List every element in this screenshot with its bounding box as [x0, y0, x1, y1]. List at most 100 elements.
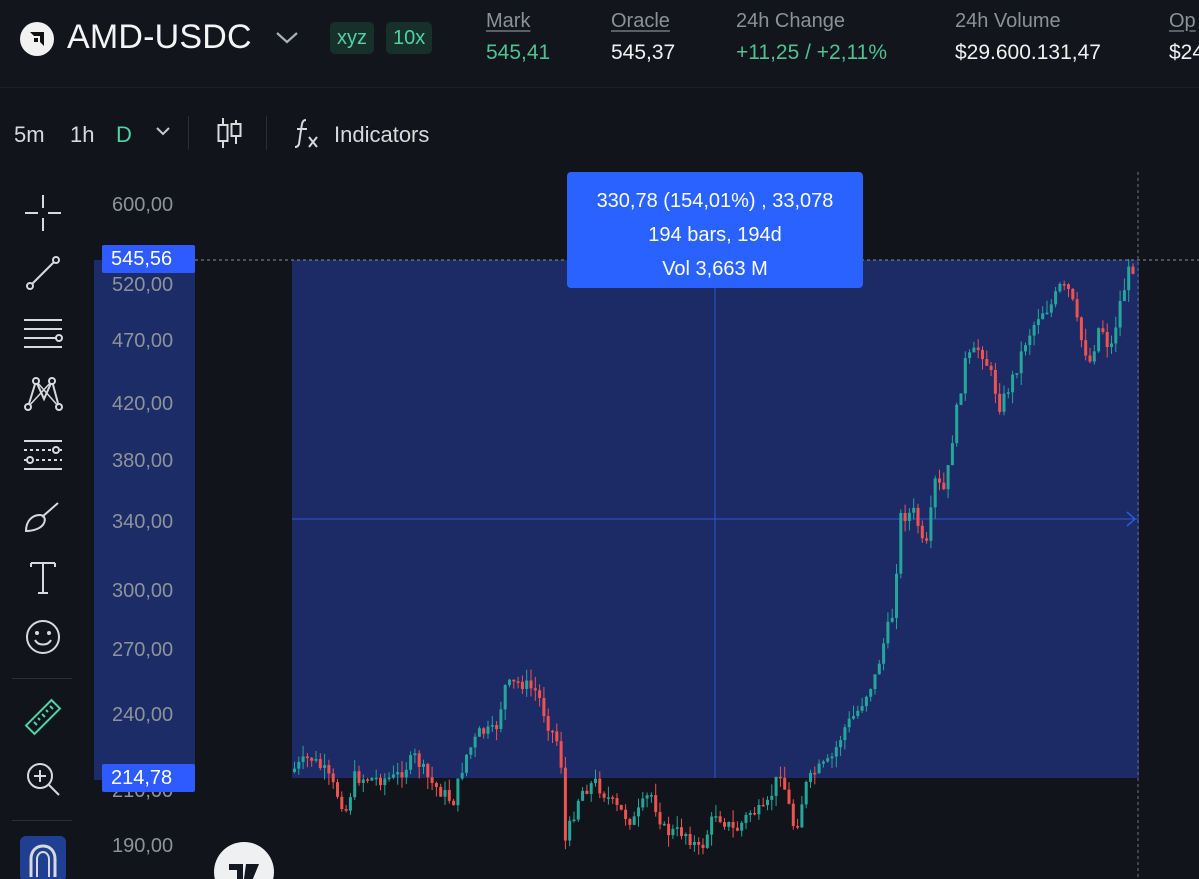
chevron-down-icon[interactable]	[274, 28, 300, 51]
horizontal-lines-icon[interactable]	[20, 310, 66, 356]
candle-body	[606, 797, 610, 799]
indicators-button[interactable]: Indicators	[334, 122, 429, 148]
candle-body	[731, 822, 735, 828]
candle-body	[662, 823, 666, 826]
fib-icon[interactable]	[20, 432, 66, 478]
candle-body	[727, 822, 731, 827]
candle-body	[864, 696, 868, 707]
candle-body	[800, 804, 804, 828]
crosshair-icon[interactable]	[20, 190, 66, 236]
candle-body	[916, 507, 920, 526]
candle-body	[520, 681, 524, 689]
candle-body	[929, 507, 933, 541]
price-chart[interactable]: 600,00 520,00 470,00 420,00 380,00 340,0…	[88, 172, 1199, 879]
candle-body	[1045, 312, 1049, 315]
magnet-icon[interactable]	[20, 836, 66, 879]
candle-body	[778, 776, 782, 779]
market-pair-title[interactable]: AMD-USDC	[67, 18, 252, 57]
candle-body	[581, 790, 585, 801]
candle-body	[1019, 351, 1023, 374]
candle-body	[839, 740, 843, 748]
candle-body	[331, 773, 335, 783]
timeframe-d[interactable]: D	[116, 122, 132, 148]
candles-icon[interactable]	[214, 114, 244, 157]
emoji-icon[interactable]	[20, 614, 66, 660]
candle-body	[843, 727, 847, 741]
candle-body	[452, 800, 456, 806]
drawing-tools-panel	[0, 172, 88, 879]
candle-body	[434, 783, 438, 787]
candle-body	[697, 841, 701, 845]
candle-body	[585, 790, 589, 794]
candle-body	[602, 793, 606, 798]
candle-body	[968, 352, 972, 359]
candle-body	[624, 809, 628, 820]
candle-body	[473, 736, 477, 748]
timeframe-5m[interactable]: 5m	[14, 122, 45, 148]
brush-icon[interactable]	[20, 494, 66, 540]
candle-body	[654, 795, 658, 813]
tradingview-logo-icon	[214, 842, 274, 879]
y-axis-label: 190,00	[112, 835, 174, 857]
candle-body	[632, 816, 636, 825]
candle-body	[383, 778, 387, 786]
candle-body	[563, 767, 567, 841]
candle-body	[981, 349, 984, 360]
candle-body	[899, 513, 903, 574]
candle-body	[972, 347, 976, 353]
candle-body	[542, 698, 546, 717]
candle-body	[834, 747, 838, 757]
range-low-price-tag: 214,78	[102, 764, 195, 792]
candle-body	[1028, 335, 1032, 346]
candle-body	[735, 827, 739, 831]
candle-body	[744, 814, 748, 823]
candle-body	[710, 816, 714, 835]
candle-body	[1041, 313, 1045, 320]
timeframe-chevron-down-icon[interactable]	[154, 124, 172, 143]
trading-app: AMD-USDC xyz 10x Mark 545,41 Oracle 545,…	[0, 0, 1199, 879]
pattern-icon[interactable]	[20, 370, 66, 416]
candle-body	[594, 778, 597, 784]
amd-logo-icon	[20, 22, 54, 56]
candle-body	[675, 827, 679, 829]
candle-body	[787, 789, 791, 804]
zoom-in-icon[interactable]	[20, 756, 66, 802]
candle-body	[791, 803, 795, 826]
candle-body	[701, 844, 705, 848]
candle-body	[890, 617, 894, 622]
candle-body	[813, 772, 817, 775]
candle-body	[1049, 304, 1053, 313]
candle-body	[688, 833, 692, 845]
candle-body	[680, 827, 683, 837]
candle-body	[809, 772, 812, 782]
candle-body	[671, 828, 675, 836]
candle-body	[766, 799, 769, 806]
stat-oracle-label: Oracle	[611, 10, 670, 32]
candle-body	[413, 753, 417, 756]
candle-body	[718, 816, 722, 823]
candle-body	[490, 725, 494, 727]
candle-body	[619, 805, 623, 810]
text-icon[interactable]	[20, 554, 66, 600]
stat-mark-value: 545,41	[486, 41, 551, 64]
chart-toolbar: 5m 1h D Indicators	[0, 100, 1199, 166]
y-axis-label: 470,00	[112, 330, 174, 352]
candle-body	[856, 710, 860, 717]
candle-body	[533, 688, 537, 691]
candle-body	[379, 777, 382, 786]
function-icon[interactable]	[292, 116, 322, 155]
toolbar-divider	[266, 116, 267, 150]
candle-body	[426, 763, 430, 778]
candle-body	[886, 621, 890, 644]
candle-body	[761, 805, 765, 807]
candle-body	[1122, 290, 1126, 302]
trend-line-icon[interactable]	[20, 250, 66, 296]
y-axis-label: 300,00	[112, 580, 174, 602]
candle-body	[512, 679, 516, 682]
timeframe-1h[interactable]: 1h	[70, 122, 94, 148]
candle-body	[1088, 355, 1092, 362]
candle-body	[847, 718, 851, 728]
candle-body	[439, 786, 443, 797]
candle-body	[637, 807, 640, 817]
ruler-icon[interactable]	[20, 694, 66, 740]
